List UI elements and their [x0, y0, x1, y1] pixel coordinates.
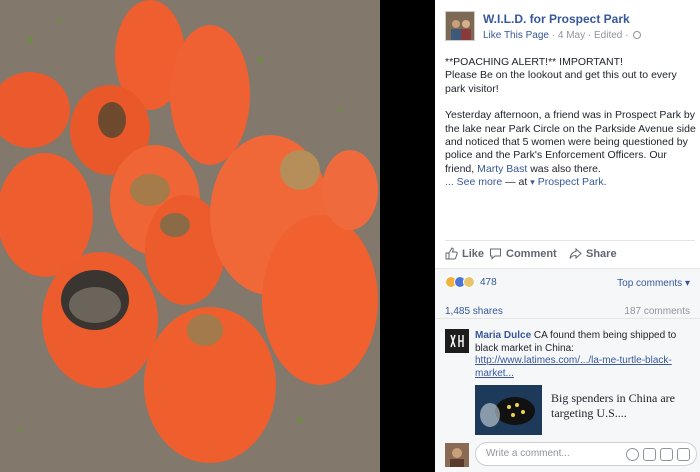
page-avatar[interactable] — [445, 11, 475, 41]
turtle-thumbnail-image — [475, 385, 542, 435]
post-text: **POACHING ALERT!** IMPORTANT! Please Be… — [445, 56, 697, 203]
thumbs-up-icon — [445, 247, 458, 260]
post-paragraph-2-end: was also there. — [530, 162, 601, 175]
top-comments-label: Top comments — [617, 278, 683, 289]
comment-input[interactable]: Write a comment... — [475, 442, 697, 466]
reactions-summary[interactable]: 478 — [445, 276, 497, 288]
gif-icon[interactable] — [660, 448, 673, 461]
post-side-panel: W.I.L.D. for Prospect Park Like This Pag… — [435, 0, 700, 472]
sad-reaction-icon — [463, 276, 475, 288]
edited-label[interactable]: Edited — [594, 30, 622, 41]
post-line-2: Please Be on the lookout and get this ou… — [445, 69, 677, 95]
see-more-link[interactable]: ... See more — [445, 176, 502, 188]
comment-body: Maria Dulce CA found them being shipped … — [475, 330, 690, 380]
link-preview-thumbnail — [475, 385, 542, 435]
tagged-friend-link[interactable]: Marty Bast — [477, 163, 527, 175]
comment-icon — [490, 248, 501, 260]
comment-composer: Write a comment... — [445, 441, 697, 469]
like-button[interactable]: Like — [445, 247, 484, 260]
shares-count-link[interactable]: 1,485 shares — [445, 306, 503, 317]
at-text: — at — [505, 176, 528, 189]
location-pin-icon: ▾ — [530, 177, 535, 188]
comments-section: Maria Dulce CA found them being shipped … — [435, 318, 700, 472]
viewer-avatar — [445, 443, 469, 467]
reaction-count: 478 — [480, 276, 497, 288]
share-icon — [569, 247, 582, 260]
page-avatar-image — [446, 12, 474, 40]
sticker-icon[interactable] — [677, 448, 690, 461]
post-photo[interactable] — [0, 0, 380, 472]
public-globe-icon — [633, 31, 642, 40]
comment-button[interactable]: Comment — [489, 247, 557, 260]
chevron-down-icon: ▾ — [684, 278, 690, 289]
share-button[interactable]: Share — [569, 247, 617, 260]
link-preview-card[interactable]: Big spenders in China are targeting U.S.… — [475, 385, 685, 435]
facebook-post-viewer: W.I.L.D. for Prospect Park Like This Pag… — [0, 0, 700, 472]
commenter-logo-icon — [445, 329, 469, 353]
post-actions: Like Comment Share — [445, 240, 695, 266]
comments-count[interactable]: 187 comments — [624, 306, 690, 317]
comment-label: Comment — [506, 247, 557, 260]
commenter-avatar[interactable] — [445, 329, 469, 353]
share-label: Share — [586, 247, 617, 260]
post-date[interactable]: 4 May — [558, 30, 585, 41]
comment-url-link[interactable]: http://www.latimes.com/.../la-me-turtle-… — [475, 355, 672, 379]
like-page-link[interactable]: Like This Page — [483, 30, 549, 41]
meta-separator: · — [625, 30, 632, 41]
composer-icons — [626, 448, 690, 461]
page-name-link[interactable]: W.I.L.D. for Prospect Park — [483, 12, 630, 26]
top-comments-dropdown[interactable]: Top comments ▾ — [617, 278, 690, 289]
post-line-1: **POACHING ALERT!** IMPORTANT! — [445, 56, 623, 68]
post-meta: Like This Page · 4 May · Edited · — [483, 30, 642, 41]
link-preview-title: Big spenders in China are targeting U.S.… — [551, 391, 675, 420]
emoji-icon[interactable] — [626, 448, 639, 461]
location-link[interactable]: Prospect Park. — [538, 176, 607, 188]
comment-author-link[interactable]: Maria Dulce — [475, 330, 531, 341]
photo-letterbox — [380, 0, 435, 472]
viewer-avatar-image — [445, 443, 469, 467]
post-header: W.I.L.D. for Prospect Park Like This Pag… — [445, 10, 695, 46]
photo-orange-bags — [0, 0, 380, 472]
comment-input-placeholder: Write a comment... — [486, 448, 570, 459]
like-label: Like — [462, 247, 485, 260]
camera-icon[interactable] — [643, 448, 656, 461]
